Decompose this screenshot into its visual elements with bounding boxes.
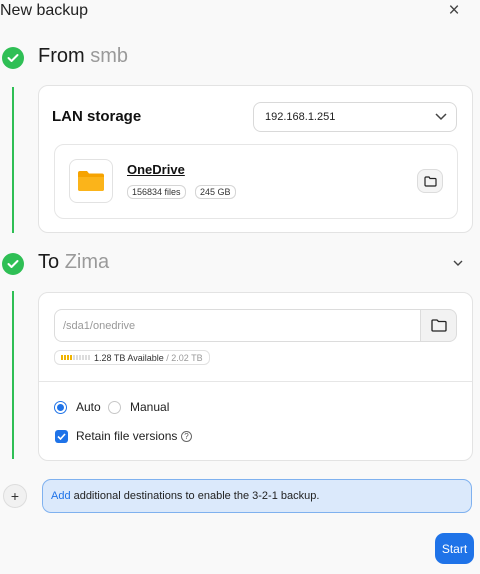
ip-select-value: 192.168.1.251: [265, 111, 336, 123]
lan-storage-label: LAN storage: [52, 108, 142, 125]
source-name[interactable]: OneDrive: [127, 162, 185, 177]
to-label: To: [38, 251, 60, 273]
total-space: / 2.02 TB: [166, 352, 203, 363]
folder-tile: [69, 159, 113, 203]
source-card: LAN storage 192.168.1.251 OneDrive 15683…: [38, 85, 473, 233]
usage-segment: [79, 355, 81, 360]
from-step-title: From smb: [38, 45, 128, 68]
usage-segment: [82, 355, 84, 360]
browse-source-button[interactable]: [417, 169, 443, 193]
notice-text: additional destinations to enable the 3-…: [73, 490, 320, 502]
usage-segment: [67, 355, 69, 360]
to-step-title: To Zima: [38, 251, 109, 274]
from-source: smb: [90, 45, 129, 67]
divider: [39, 381, 472, 382]
add-destination-button[interactable]: +: [3, 484, 27, 508]
manual-radio[interactable]: [108, 401, 121, 414]
usage-segment: [70, 355, 72, 360]
from-label: From: [38, 45, 85, 67]
start-button[interactable]: Start: [435, 533, 474, 564]
file-count-badge: 156834 files: [127, 185, 186, 199]
destination-path-placeholder: /sda1/onedrive: [63, 319, 136, 332]
add-destination-notice: Add additional destinations to enable th…: [42, 479, 472, 513]
usage-segment: [73, 355, 75, 360]
retain-versions-label: Retain file versions: [76, 429, 178, 443]
step-complete-icon: [2, 253, 24, 275]
folder-outline-icon: [430, 319, 447, 332]
storage-availability: 1.28 TB Available / 2.02 TB: [54, 350, 210, 365]
usage-segment: [85, 355, 87, 360]
retain-versions-checkbox[interactable]: [55, 430, 68, 443]
to-target: Zima: [64, 251, 110, 273]
folder-outline-icon: [423, 175, 437, 187]
browse-destination-button[interactable]: [420, 309, 457, 342]
from-step-connector: [12, 87, 14, 233]
usage-segment: [64, 355, 66, 360]
checkmark-icon: [57, 433, 66, 440]
ip-select[interactable]: 192.168.1.251: [253, 102, 457, 132]
auto-label: Auto: [76, 400, 101, 414]
usage-segment: [61, 355, 63, 360]
chevron-down-icon[interactable]: [453, 260, 463, 267]
dialog-title: New backup: [0, 2, 89, 19]
usage-segment: [76, 355, 78, 360]
storage-usage-bar: [61, 355, 90, 360]
available-space: 1.28 TB Available: [94, 352, 164, 363]
folder-icon: [78, 171, 104, 191]
step-complete-icon: [2, 47, 24, 69]
help-icon[interactable]: ?: [181, 431, 192, 442]
add-destination-link[interactable]: Add: [51, 490, 71, 502]
source-item[interactable]: OneDrive 156834 files 245 GB: [54, 144, 458, 219]
destination-card: /sda1/onedrive 1.28 TB Available / 2.02 …: [38, 292, 473, 461]
to-step-connector: [12, 291, 14, 459]
auto-radio[interactable]: [54, 401, 67, 414]
close-icon[interactable]: ×: [446, 1, 462, 20]
destination-path-input[interactable]: /sda1/onedrive: [54, 309, 420, 342]
chevron-down-icon: [435, 113, 447, 121]
manual-label: Manual: [130, 400, 170, 414]
usage-segment: [88, 355, 90, 360]
size-badge: 245 GB: [195, 185, 236, 199]
